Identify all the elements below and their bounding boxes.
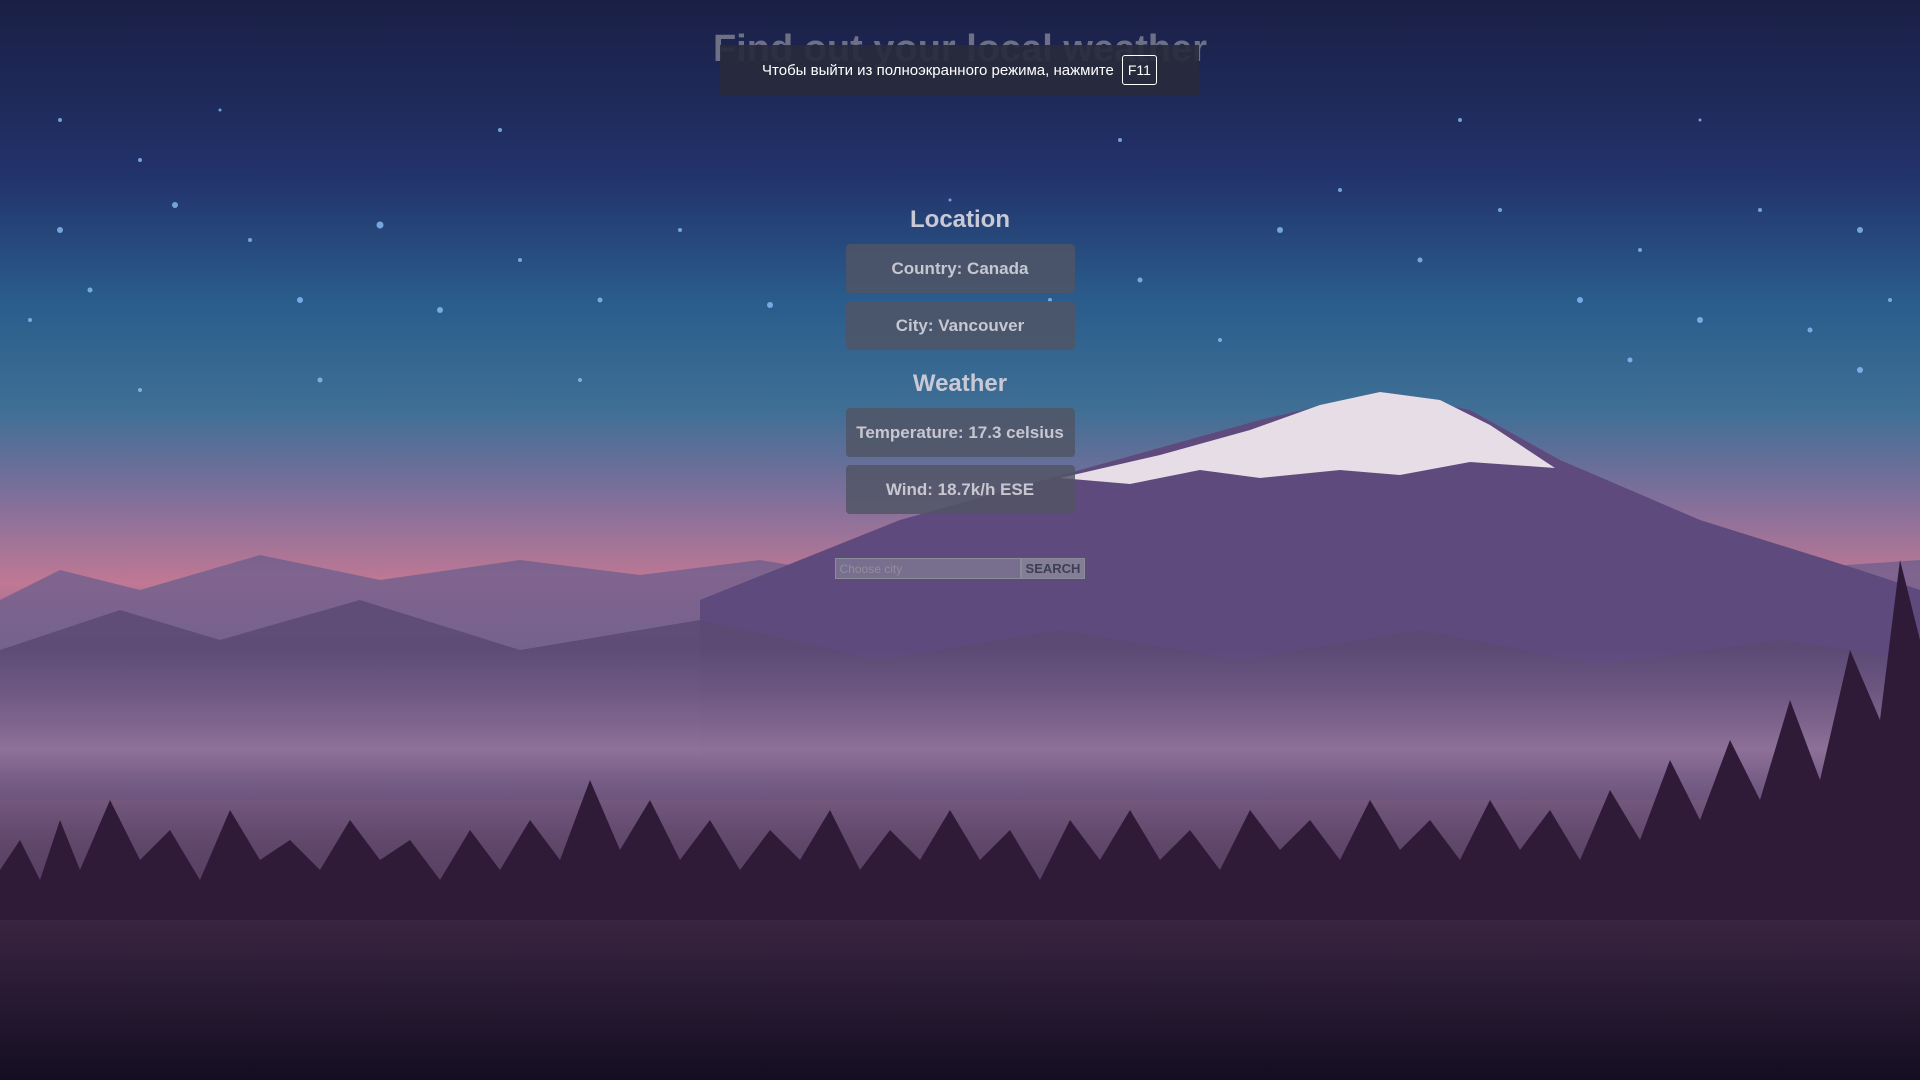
country-card: Country: Canada [845, 244, 1075, 293]
wind-card: Wind: 18.7k/h ESE [845, 465, 1075, 514]
country-label: Country: Canada [891, 258, 1029, 278]
temperature-label: Temperature: 17.3 celsius [856, 422, 1064, 442]
temperature-card: Temperature: 17.3 celsius [845, 408, 1075, 457]
wind-label: Wind: 18.7k/h ESE [885, 479, 1035, 499]
location-heading: Location [910, 206, 1010, 233]
city-card: City: Vancouver [845, 301, 1075, 350]
search-button[interactable]: SEARCH [1020, 558, 1086, 579]
fullscreen-exit-notice: Чтобы выйти из полноэкранного режима, на… [720, 45, 1199, 95]
weather-panel: Location Country: Canada City: Vancouver… [0, 200, 1920, 579]
city-search-input[interactable] [834, 558, 1021, 579]
weather-heading: Weather [912, 370, 1008, 397]
f11-key-badge: F11 [1121, 55, 1157, 85]
search-form: SEARCH [834, 558, 1086, 579]
fullscreen-notice-text: Чтобы выйти из полноэкранного режима, на… [762, 61, 1114, 79]
city-label: City: Vancouver [895, 315, 1025, 335]
